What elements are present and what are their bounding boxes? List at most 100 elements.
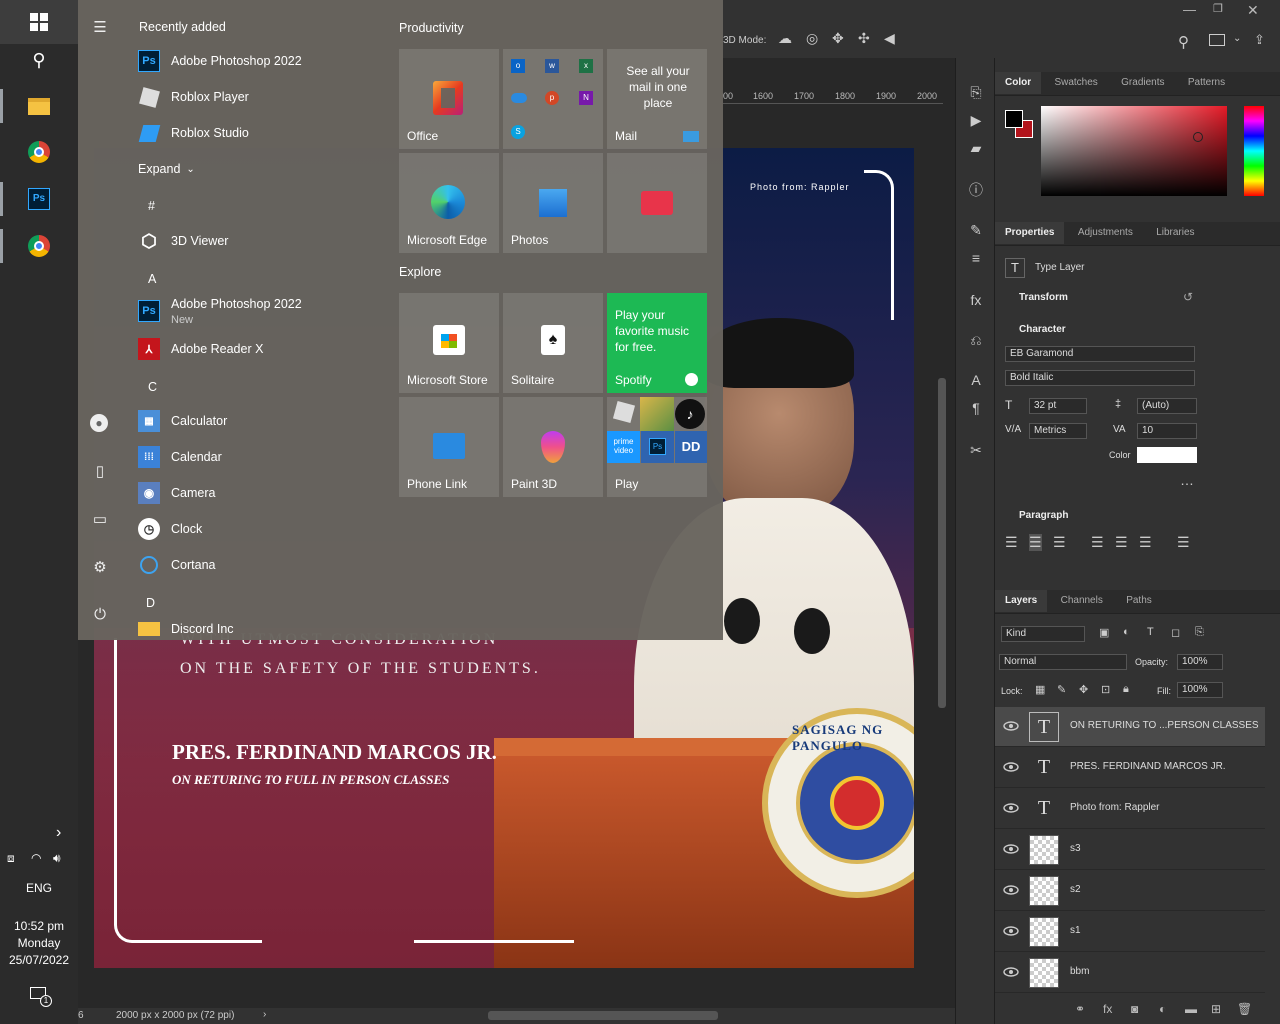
smart-filter-icon[interactable]: ⎘ bbox=[1195, 626, 1204, 639]
clone-source-icon[interactable]: ⎌ bbox=[966, 332, 986, 352]
tab-color[interactable]: Color bbox=[995, 72, 1042, 94]
search-button[interactable]: ⚲ bbox=[0, 38, 78, 82]
app-cortana[interactable]: Cortana bbox=[138, 550, 215, 580]
layer-kind-filter[interactable]: Kind bbox=[1001, 626, 1085, 642]
color-picker-field[interactable] bbox=[1041, 106, 1227, 196]
app-photoshop[interactable]: Ps Adobe Photoshop 2022 New bbox=[138, 296, 302, 332]
chevron-down-icon[interactable]: ⌄ bbox=[1233, 33, 1241, 44]
actions-play-icon[interactable]: ▶ bbox=[966, 112, 986, 132]
comments-icon[interactable]: ▰ bbox=[966, 140, 986, 160]
layer-mask-icon[interactable]: ◙ bbox=[1131, 1002, 1138, 1016]
app-3d-viewer[interactable]: ⬡ 3D Viewer bbox=[138, 226, 228, 256]
chrome-profile-button[interactable] bbox=[0, 224, 78, 268]
tile-office-apps-folder[interactable]: o w x p N S bbox=[503, 49, 603, 149]
opacity-field[interactable]: 100% bbox=[1177, 654, 1223, 670]
power-icon[interactable]: ⏻ bbox=[90, 606, 110, 626]
tab-layers[interactable]: Layers bbox=[995, 590, 1048, 612]
app-camera[interactable]: ◉ Camera bbox=[138, 478, 215, 508]
visibility-eye-icon[interactable] bbox=[1003, 720, 1019, 732]
language-indicator[interactable]: ENG bbox=[0, 881, 78, 895]
link-layers-icon[interactable]: ⚭ bbox=[1075, 1002, 1085, 1016]
group-header-a[interactable]: A bbox=[148, 272, 156, 286]
justify-left-icon[interactable]: ☰ bbox=[1091, 534, 1104, 551]
justify-right-icon[interactable]: ☰ bbox=[1139, 534, 1152, 551]
vertical-scrollbar[interactable] bbox=[938, 378, 946, 708]
tile-photos[interactable]: Photos bbox=[503, 153, 603, 253]
adjustment-layer-icon[interactable]: ◐ bbox=[1159, 1002, 1166, 1016]
justify-center-icon[interactable]: ☰ bbox=[1115, 534, 1128, 551]
lock-pixels-icon[interactable]: ✎ bbox=[1057, 683, 1066, 696]
app-discord-folder[interactable]: Discord Inc⌄ bbox=[138, 618, 234, 640]
scale-icon[interactable]: ◀ bbox=[884, 30, 895, 47]
paragraph-icon[interactable]: ¶ bbox=[966, 400, 986, 420]
align-right-icon[interactable]: ☰ bbox=[1053, 534, 1066, 551]
tab-patterns[interactable]: Patterns bbox=[1178, 72, 1235, 94]
tile-play-folder[interactable]: ♪ prime video Ps DD Play bbox=[607, 397, 707, 497]
layer-row[interactable]: s2 bbox=[995, 871, 1265, 911]
tools-preset-icon[interactable]: ✂ bbox=[966, 442, 986, 462]
color-picker-cursor[interactable] bbox=[1193, 132, 1203, 142]
visibility-eye-icon[interactable] bbox=[1003, 884, 1019, 896]
photoshop-button[interactable]: Ps bbox=[0, 177, 78, 221]
restore-button[interactable]: ❐ bbox=[1213, 2, 1223, 15]
app-calculator[interactable]: ▦ Calculator bbox=[138, 406, 227, 436]
slide-icon[interactable]: ✣ bbox=[858, 30, 870, 47]
pictures-icon[interactable]: ▭ bbox=[90, 510, 110, 530]
minimize-button[interactable]: — bbox=[1183, 2, 1196, 17]
font-family-select[interactable]: EB Garamond bbox=[1005, 346, 1195, 362]
visibility-eye-icon[interactable] bbox=[1003, 966, 1019, 978]
notification-center-button[interactable]: 1 bbox=[28, 985, 52, 1009]
layer-row[interactable]: T PRES. FERDINAND MARCOS JR. bbox=[995, 748, 1265, 788]
tab-adjustments[interactable]: Adjustments bbox=[1068, 222, 1143, 244]
tab-gradients[interactable]: Gradients bbox=[1111, 72, 1174, 94]
orbit-icon[interactable]: ☁ bbox=[778, 30, 792, 47]
delete-layer-icon[interactable]: 🗑︎ bbox=[1237, 1002, 1252, 1016]
character-section[interactable]: Character bbox=[1019, 324, 1066, 335]
pan-icon[interactable]: ✥ bbox=[832, 30, 844, 47]
roll-icon[interactable]: ◎ bbox=[806, 30, 818, 47]
tracking-field[interactable]: 10 bbox=[1137, 423, 1197, 439]
hue-slider[interactable] bbox=[1244, 106, 1264, 196]
documents-icon[interactable]: ▯ bbox=[90, 462, 110, 482]
layer-row[interactable]: bbm bbox=[995, 953, 1265, 993]
justify-all-icon[interactable]: ☰ bbox=[1177, 534, 1190, 551]
shape-filter-icon[interactable]: ◻ bbox=[1171, 626, 1180, 639]
tile-office[interactable]: Office bbox=[399, 49, 499, 149]
layer-row[interactable]: s1 bbox=[995, 912, 1265, 952]
app-clock[interactable]: ◷ Clock bbox=[138, 514, 202, 544]
workspace-icon[interactable] bbox=[1209, 34, 1225, 46]
text-color-swatch[interactable] bbox=[1137, 447, 1197, 463]
history-icon[interactable]: ⎘ bbox=[966, 84, 986, 104]
new-layer-icon[interactable]: ⊞ bbox=[1211, 1002, 1221, 1016]
show-hidden-icons[interactable]: › bbox=[56, 824, 61, 842]
status-chevron-icon[interactable]: › bbox=[263, 1009, 266, 1020]
adjustments-icon[interactable]: ≡ bbox=[966, 250, 986, 270]
share-icon[interactable]: ⇪ bbox=[1254, 32, 1265, 48]
group-icon[interactable]: ▬ bbox=[1185, 1002, 1197, 1016]
tab-libraries[interactable]: Libraries bbox=[1146, 222, 1204, 244]
tile-solitaire[interactable]: ♠ Solitaire bbox=[503, 293, 603, 393]
align-center-icon[interactable]: ☰ bbox=[1029, 534, 1042, 551]
blend-mode-select[interactable]: Normal bbox=[999, 654, 1127, 670]
user-account-icon[interactable]: ● bbox=[90, 414, 110, 434]
reset-icon[interactable]: ↺ bbox=[1183, 290, 1193, 304]
tile-news[interactable] bbox=[607, 153, 707, 253]
visibility-eye-icon[interactable] bbox=[1003, 843, 1019, 855]
lock-artboard-icon[interactable]: ⊡ bbox=[1101, 683, 1110, 696]
visibility-eye-icon[interactable] bbox=[1003, 802, 1019, 814]
font-style-select[interactable]: Bold Italic bbox=[1005, 370, 1195, 386]
align-left-icon[interactable]: ☰ bbox=[1005, 534, 1018, 551]
adjustment-filter-icon[interactable]: ◐ bbox=[1123, 626, 1130, 638]
zoom-level[interactable]: 6 bbox=[78, 1010, 84, 1021]
tile-microsoft-edge[interactable]: Microsoft Edge bbox=[399, 153, 499, 253]
hamburger-menu-icon[interactable]: ☰ bbox=[90, 18, 110, 38]
clock[interactable]: 10:52 pm Monday 25/07/2022 bbox=[0, 918, 78, 969]
info-icon[interactable]: ⓘ bbox=[966, 180, 986, 200]
group-header-d[interactable]: D bbox=[146, 596, 155, 610]
tile-phone-link[interactable]: Phone Link bbox=[399, 397, 499, 497]
foreground-swatch[interactable] bbox=[1005, 110, 1023, 128]
app-adobe-reader[interactable]: ⅄ Adobe Reader X bbox=[138, 334, 263, 364]
settings-gear-icon[interactable]: ⚙ bbox=[90, 558, 110, 578]
layer-row[interactable]: s3 bbox=[995, 830, 1265, 870]
app-calendar[interactable]: ⁞⁞⁞ Calendar bbox=[138, 442, 222, 472]
